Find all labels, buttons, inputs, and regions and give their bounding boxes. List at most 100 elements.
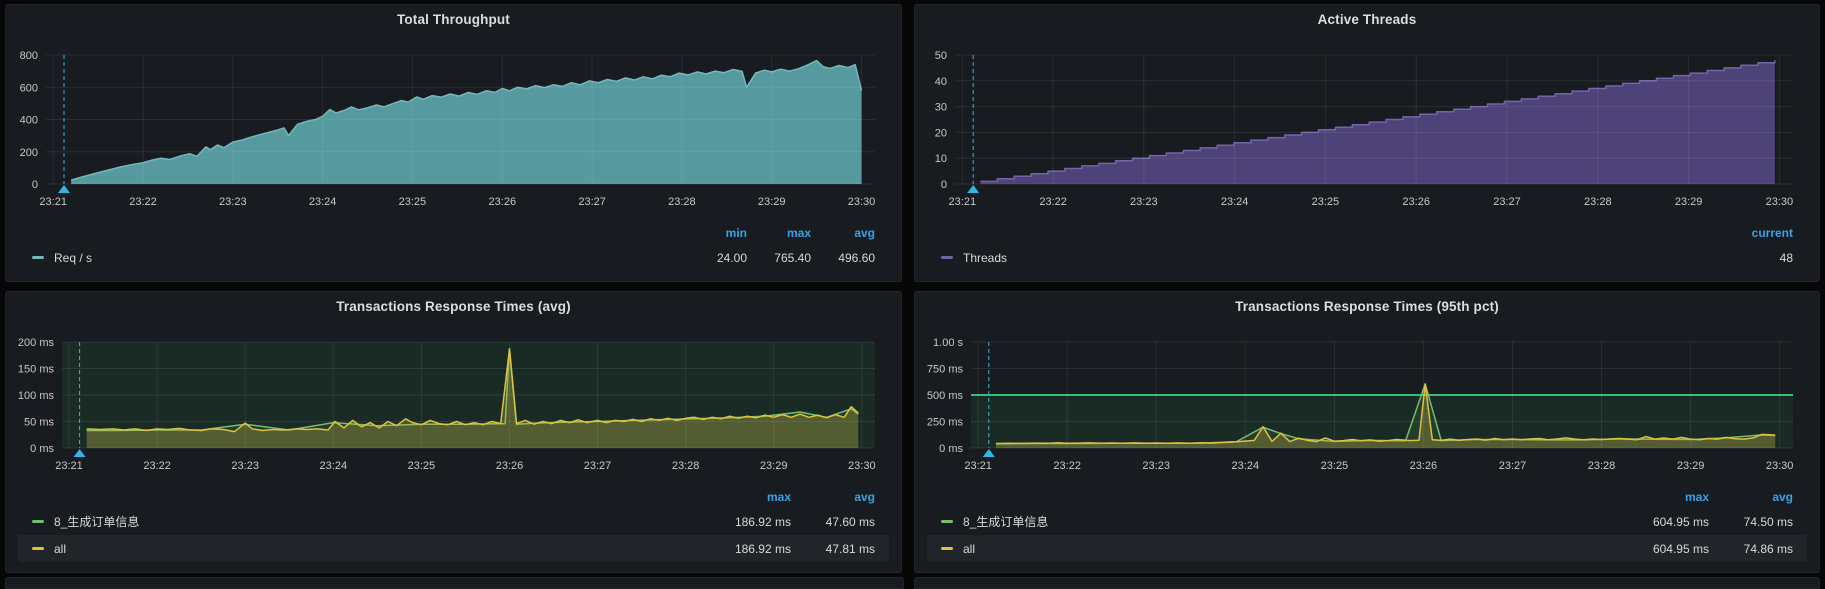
legend-header-row: max avg [941,486,1793,508]
svg-text:23:24: 23:24 [309,196,337,208]
svg-text:23:28: 23:28 [1584,196,1612,208]
svg-text:40: 40 [935,76,947,88]
legend-stat-max: 186.92 ms [707,542,791,556]
svg-text:23:29: 23:29 [760,460,788,472]
partial-panel-next-row [5,577,904,589]
svg-text:23:25: 23:25 [408,460,436,472]
legend: min max avg Req / s 24.00 765.40 496.60 [6,222,901,281]
legend-header-max[interactable]: max [707,490,791,504]
legend-header-current[interactable]: current [1723,226,1793,240]
svg-text:750 ms: 750 ms [927,364,964,376]
svg-text:23:22: 23:22 [1039,196,1067,208]
dashboard-grid: Total Throughput 020040060080023:2123:22… [0,0,1825,580]
legend-stat-max: 765.40 [747,251,811,265]
throughput-chart[interactable]: 020040060080023:2123:2223:2323:2423:2523… [6,35,901,222]
panel-response-times-95pct: Transactions Response Times (95th pct) 0… [914,291,1820,573]
svg-text:23:23: 23:23 [231,460,259,472]
legend-header-avg[interactable]: avg [1709,490,1793,504]
svg-text:23:25: 23:25 [399,196,427,208]
legend-stat-avg: 74.50 ms [1709,515,1793,529]
legend-series-label[interactable]: 8_生成订单信息 [963,513,1048,530]
panel-title[interactable]: Transactions Response Times (95th pct) [915,292,1819,322]
legend-stat-max: 604.95 ms [1625,542,1709,556]
svg-text:23:27: 23:27 [1499,460,1527,472]
panel-title[interactable]: Active Threads [915,5,1819,35]
svg-text:23:30: 23:30 [848,460,876,472]
legend-header-max[interactable]: max [747,226,811,240]
svg-text:23:30: 23:30 [848,196,876,208]
legend-stat-avg: 47.60 ms [791,515,875,529]
threads-chart[interactable]: 0102030405023:2123:2223:2323:2423:2523:2… [915,35,1819,222]
legend-header-avg[interactable]: avg [791,490,875,504]
legend-series-label[interactable]: 8_生成订单信息 [54,513,139,530]
legend-row: Req / s 24.00 765.40 496.60 [32,244,875,271]
svg-text:23:21: 23:21 [964,460,992,472]
series-color-dash-icon [941,547,953,550]
series-color-dash-icon [941,520,953,523]
panel-response-times-avg: Transactions Response Times (avg) 0 ms50… [5,291,902,573]
svg-text:23:21: 23:21 [949,196,977,208]
svg-text:23:26: 23:26 [496,460,524,472]
legend-row: Threads 48 [941,244,1793,271]
svg-text:20: 20 [935,127,947,139]
svg-text:250 ms: 250 ms [927,417,964,429]
legend-header-avg[interactable]: avg [811,226,875,240]
response-95pct-chart[interactable]: 0 ms 250 ms 500 ms 750 ms 1.00 s 23:21 23:22 23… [915,322,1819,486]
legend-stat-max: 186.92 ms [707,515,791,529]
legend-stat-avg: 496.60 [811,251,875,265]
legend-series-label[interactable]: Req / s [54,251,92,265]
panel-title[interactable]: Transactions Response Times (avg) [6,292,901,322]
svg-text:50: 50 [935,50,947,62]
legend-header-min[interactable]: min [683,226,747,240]
legend-header-max[interactable]: max [1625,490,1709,504]
svg-text:23:23: 23:23 [1142,460,1170,472]
svg-text:800: 800 [20,50,38,62]
svg-text:23:26: 23:26 [1402,196,1430,208]
series-color-dash-icon [941,256,953,259]
legend-row: 8_生成订单信息 604.95 ms 74.50 ms [941,508,1793,535]
svg-text:400: 400 [20,115,38,127]
svg-text:23:24: 23:24 [1232,460,1260,472]
svg-text:150 ms: 150 ms [18,364,55,376]
svg-text:200 ms: 200 ms [18,337,55,349]
svg-text:23:25: 23:25 [1321,460,1349,472]
legend-series-label[interactable]: all [963,542,975,556]
svg-text:23:23: 23:23 [1130,196,1158,208]
series-color-dash-icon [32,256,44,259]
legend-row: all 604.95 ms 74.86 ms [927,535,1807,562]
svg-text:1.00 s: 1.00 s [933,337,963,349]
legend-series-label[interactable]: Threads [963,251,1007,265]
legend-stat-avg: 74.86 ms [1709,542,1793,556]
svg-text:23:29: 23:29 [1675,196,1703,208]
svg-text:0 ms: 0 ms [939,443,963,455]
legend: max avg 8_生成订单信息 186.92 ms 47.60 ms all … [6,486,901,572]
legend-row: all 186.92 ms 47.81 ms [18,535,889,562]
response-avg-chart[interactable]: 0 ms50 ms100 ms150 ms200 ms23:2123:2223:… [6,322,901,486]
svg-text:23:27: 23:27 [578,196,606,208]
svg-text:23:27: 23:27 [1493,196,1521,208]
svg-text:23:26: 23:26 [489,196,517,208]
svg-text:0: 0 [32,179,38,191]
svg-text:23:30: 23:30 [1766,460,1794,472]
svg-text:23:22: 23:22 [1053,460,1081,472]
svg-text:23:22: 23:22 [129,196,157,208]
svg-text:30: 30 [935,102,947,114]
partial-panel-next-row [914,577,1820,589]
svg-text:23:24: 23:24 [320,460,348,472]
panel-title[interactable]: Total Throughput [6,5,901,35]
legend: max avg 8_生成订单信息 604.95 ms 74.50 ms all … [915,486,1819,572]
legend-stat-current: 48 [1723,251,1793,265]
svg-text:23:24: 23:24 [1221,196,1249,208]
svg-text:23:28: 23:28 [1588,460,1616,472]
svg-text:600: 600 [20,82,38,94]
svg-text:23:27: 23:27 [584,460,612,472]
svg-text:23:29: 23:29 [758,196,786,208]
legend-series-label[interactable]: all [54,542,66,556]
legend-stat-max: 604.95 ms [1625,515,1709,529]
panel-total-throughput: Total Throughput 020040060080023:2123:22… [5,4,902,282]
svg-text:23:28: 23:28 [668,196,696,208]
series-color-dash-icon [32,520,44,523]
svg-text:500 ms: 500 ms [927,390,964,402]
svg-text:23:30: 23:30 [1766,196,1794,208]
legend-header-row: min max avg [32,222,875,244]
